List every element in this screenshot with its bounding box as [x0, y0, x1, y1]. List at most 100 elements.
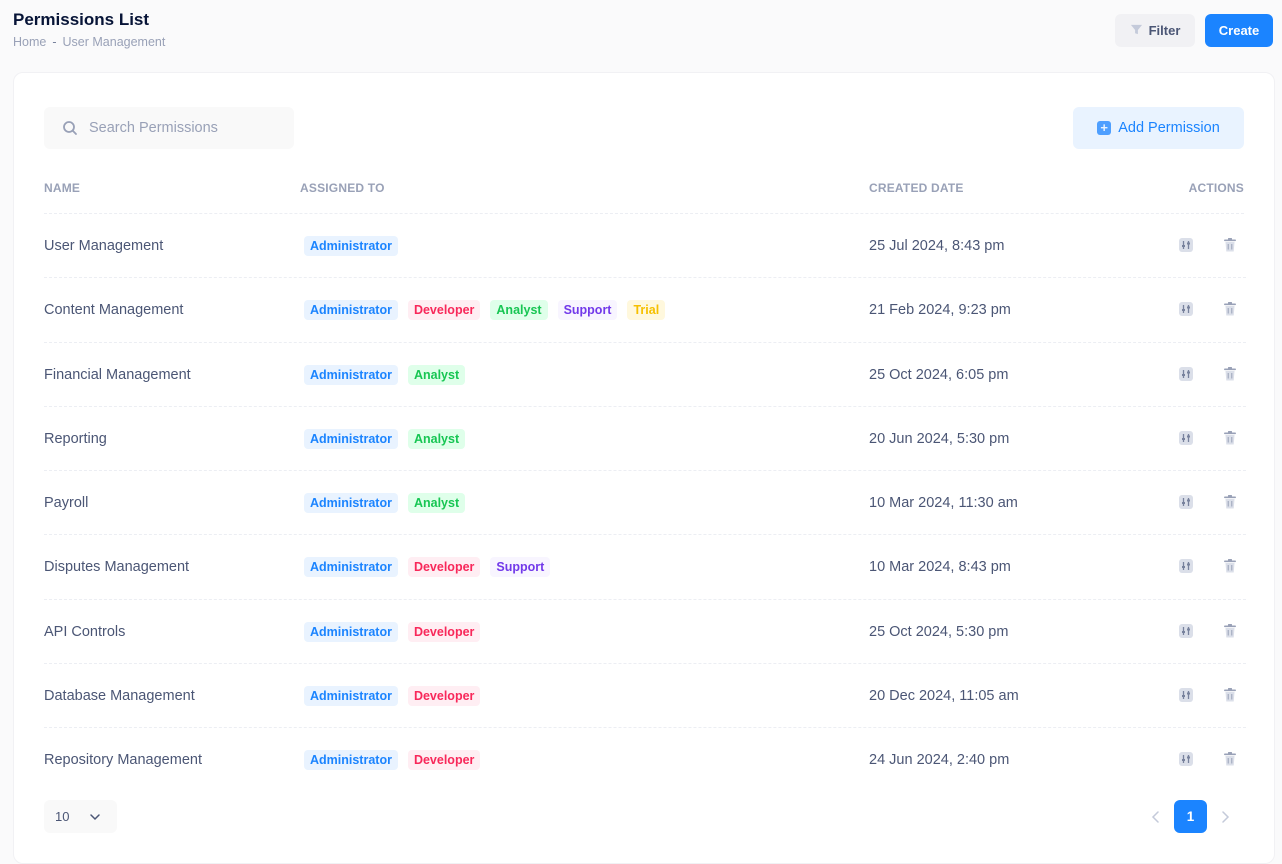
table-row: Payroll Administrator Analyst 10 Mar 2024, …: [44, 471, 1246, 536]
page-size-select[interactable]: 10: [44, 800, 117, 833]
table-row: Reporting Administrator Analyst 20 Jun 2024…: [44, 407, 1246, 472]
role-badge-analyst: Analyst: [407, 428, 466, 449]
create-button[interactable]: Create: [1205, 14, 1273, 47]
role-badge-developer: Developer: [407, 557, 481, 578]
table-row: API Controls Administrator Developer 25 Oct…: [44, 600, 1246, 665]
pagination: 1: [1142, 800, 1239, 833]
trash-icon[interactable]: [1221, 300, 1239, 318]
page-title: Permissions List: [13, 10, 150, 29]
trash-icon[interactable]: [1221, 686, 1239, 704]
page-number-current[interactable]: 1: [1174, 800, 1207, 833]
search-input[interactable]: [87, 119, 291, 137]
trash-icon[interactable]: [1221, 365, 1239, 383]
permission-name: Repository Management: [44, 752, 202, 769]
trash-icon[interactable]: [1221, 622, 1239, 640]
sliders-icon[interactable]: [1177, 750, 1195, 768]
row-actions: [1177, 686, 1239, 704]
role-badge-developer: Developer: [407, 300, 481, 321]
role-badge-support: Support: [490, 557, 551, 578]
sliders-icon[interactable]: [1177, 429, 1195, 447]
sliders-icon[interactable]: [1177, 493, 1195, 511]
row-actions: [1177, 750, 1239, 768]
sliders-icon[interactable]: [1177, 236, 1195, 254]
sliders-icon[interactable]: [1177, 622, 1195, 640]
add-permission-label: Add Permission: [1118, 120, 1220, 136]
filter-label: Filter: [1148, 23, 1181, 38]
assigned-roles: Administrator Developer: [304, 686, 481, 707]
filter-icon: [1130, 23, 1143, 39]
assigned-roles: Administrator Developer: [304, 621, 481, 642]
created-date: 25 Jul 2024, 8:43 pm: [869, 238, 1005, 254]
chevron-right-icon[interactable]: [1211, 800, 1239, 833]
created-date: 21 Feb 2024, 9:23 pm: [869, 302, 1011, 319]
role-badge-administrator: Administrator: [304, 493, 398, 514]
table-header: NAME ASSIGNED TO CREATED DATE ACTIONS: [44, 173, 1244, 214]
trash-icon[interactable]: [1221, 493, 1239, 511]
breadcrumb-current: User Management: [62, 35, 166, 49]
created-date: 25 Oct 2024, 5:30 pm: [869, 623, 1009, 640]
trash-icon[interactable]: [1221, 750, 1239, 768]
trash-icon[interactable]: [1221, 429, 1239, 447]
role-badge-administrator: Administrator: [304, 236, 398, 256]
page-size-value: 10: [55, 809, 70, 824]
created-date: 20 Dec 2024, 11:05 am: [869, 688, 1019, 705]
page-header: Permissions List Home - User Management …: [0, 0, 1282, 70]
row-actions: [1177, 493, 1239, 511]
sliders-icon[interactable]: [1177, 300, 1195, 318]
trash-icon[interactable]: [1221, 557, 1239, 575]
created-date: 20 Jun 2024, 5:30 pm: [869, 430, 1010, 447]
trash-icon[interactable]: [1221, 236, 1239, 254]
role-badge-administrator: Administrator: [304, 750, 398, 771]
role-badge-analyst: Analyst: [490, 300, 548, 321]
table-row: Content Management Administrator Developer…: [44, 278, 1246, 343]
breadcrumb-home[interactable]: Home: [13, 35, 46, 49]
row-actions: [1177, 622, 1239, 640]
table-row: Repository Management Administrator Develo…: [44, 728, 1246, 791]
permission-name: API Controls: [44, 623, 126, 640]
role-badge-developer: Developer: [407, 621, 481, 642]
table-row: Database Management Administrator Develope…: [44, 664, 1246, 729]
permission-name: Financial Management: [44, 366, 191, 383]
role-badge-analyst: Analyst: [407, 364, 466, 385]
sliders-icon[interactable]: [1177, 557, 1195, 575]
filter-button[interactable]: Filter: [1115, 14, 1195, 47]
assigned-roles: Administrator Developer Analyst Support Tria…: [304, 300, 666, 321]
row-actions: [1177, 557, 1239, 575]
table-body: User Management Administrator 25 Jul 2024,…: [44, 214, 1246, 792]
table-row: User Management Administrator 25 Jul 2024,…: [44, 214, 1246, 279]
column-header-assigned[interactable]: ASSIGNED TO: [300, 181, 385, 195]
row-actions: [1177, 365, 1239, 383]
row-actions: [1177, 236, 1239, 254]
role-badge-administrator: Administrator: [304, 300, 398, 321]
breadcrumb-separator: -: [52, 35, 57, 49]
permission-name: User Management: [44, 238, 164, 254]
permissions-card: + Add Permission NAME ASSIGNED TO CREATE…: [13, 72, 1275, 864]
add-permission-button[interactable]: + Add Permission: [1073, 107, 1244, 149]
assigned-roles: Administrator Analyst: [304, 493, 466, 514]
created-date: 24 Jun 2024, 2:40 pm: [869, 752, 1010, 769]
chevron-down-icon: [89, 811, 101, 823]
table-row: Financial Management Administrator Analyst…: [44, 343, 1246, 407]
assigned-roles: Administrator Developer: [304, 750, 481, 771]
permission-name: Database Management: [44, 688, 195, 705]
column-header-name[interactable]: NAME: [44, 181, 80, 195]
sliders-icon[interactable]: [1177, 365, 1195, 383]
created-date: 25 Oct 2024, 6:05 pm: [869, 366, 1009, 383]
assigned-roles: Administrator Developer Support: [304, 557, 551, 578]
chevron-left-icon[interactable]: [1142, 800, 1170, 833]
permission-name: Reporting: [44, 430, 107, 447]
sliders-icon[interactable]: [1177, 686, 1195, 704]
assigned-roles: Administrator Analyst: [304, 364, 466, 385]
permission-name: Content Management: [44, 302, 184, 319]
permission-name: Payroll: [44, 495, 89, 512]
role-badge-developer: Developer: [407, 750, 481, 771]
role-badge-trial: Trial: [627, 300, 666, 321]
role-badge-analyst: Analyst: [407, 493, 466, 514]
role-badge-administrator: Administrator: [304, 557, 398, 578]
created-date: 10 Mar 2024, 8:43 pm: [869, 559, 1011, 576]
column-header-date[interactable]: CREATED DATE: [869, 181, 964, 195]
created-date: 10 Mar 2024, 11:30 am: [869, 495, 1018, 512]
row-actions: [1177, 429, 1239, 447]
role-badge-administrator: Administrator: [304, 686, 398, 707]
table-row: Disputes Management Administrator Develope…: [44, 535, 1246, 600]
